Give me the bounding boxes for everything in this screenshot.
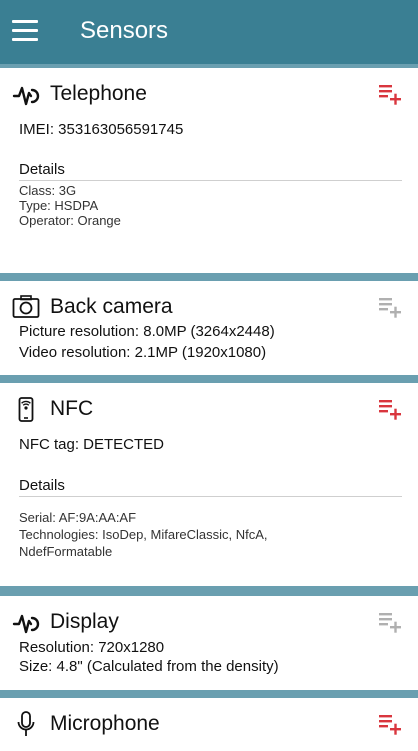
detail-line: NdefFormatable <box>19 544 113 559</box>
info-line: Size: 4.8" (Calculated from the density) <box>19 658 279 675</box>
page-title: Sensors <box>80 17 169 44</box>
details-title: Details <box>19 161 65 178</box>
app-bar: Sensors <box>0 0 418 64</box>
display-card: Display Resolution: 720x1280 Size: 4.8" … <box>0 596 418 690</box>
add-to-list-icon[interactable] <box>378 712 402 736</box>
card-header: Microphone <box>0 698 418 748</box>
card-title: Telephone <box>50 82 147 105</box>
signal-wave-icon <box>12 86 40 106</box>
card-title: Back camera <box>50 295 173 318</box>
camera-icon <box>12 295 40 318</box>
telephone-card: Telephone IMEI: 353163056591745 Details … <box>0 68 418 273</box>
signal-wave-icon <box>12 614 40 634</box>
add-to-list-icon[interactable] <box>378 397 402 421</box>
nfc-card: NFC NFC tag: DETECTED Details Serial: AF… <box>0 383 418 586</box>
details-title: Details <box>19 477 65 494</box>
add-to-list-icon[interactable] <box>378 82 402 106</box>
hamburger-menu-icon[interactable] <box>12 20 38 42</box>
card-title: NFC <box>50 397 94 420</box>
info-line: Video resolution: 2.1MP (1920x1080) <box>19 344 267 361</box>
detail-line: Serial: AF:9A:AA:AF <box>19 510 137 525</box>
add-to-list-icon[interactable] <box>378 295 402 319</box>
card-title: Display <box>50 610 119 633</box>
info-line: Picture resolution: 8.0MP (3264x2448) <box>19 323 275 340</box>
detail-line: Technologies: IsoDep, MifareClassic, Nfc… <box>19 527 268 542</box>
microphone-card: Microphone <box>0 698 418 751</box>
divider <box>19 180 402 181</box>
detail-line: Class: 3G <box>19 183 77 198</box>
microphone-icon <box>17 711 35 736</box>
nfc-phone-icon <box>18 397 34 422</box>
info-line: Resolution: 720x1280 <box>19 639 165 656</box>
detail-line: Type: HSDPA <box>19 198 99 213</box>
divider <box>19 496 402 497</box>
card-header: NFC <box>0 383 418 433</box>
detail-line: Operator: Orange <box>19 213 121 228</box>
card-title: Microphone <box>50 712 160 735</box>
back-camera-card: Back camera Picture resolution: 8.0MP (3… <box>0 281 418 375</box>
nfc-tag-status: NFC tag: DETECTED <box>19 436 165 453</box>
imei-value: IMEI: 353163056591745 <box>19 121 184 138</box>
add-to-list-icon[interactable] <box>378 610 402 634</box>
card-header: Telephone <box>0 68 418 118</box>
